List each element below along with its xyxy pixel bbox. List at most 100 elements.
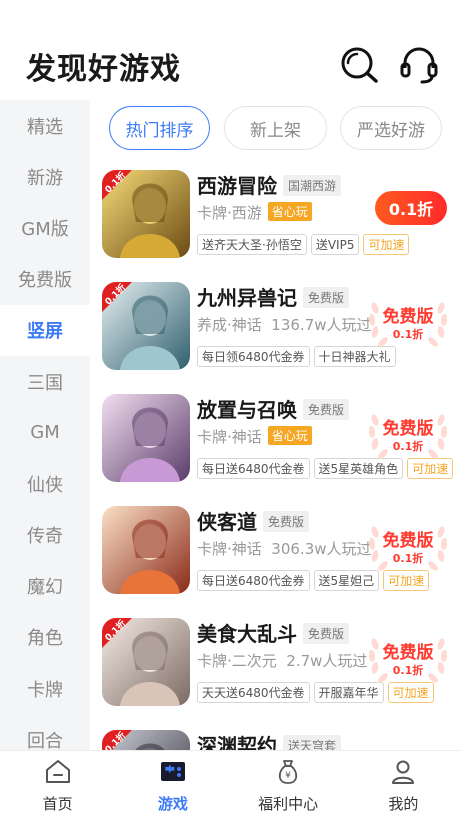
game-item[interactable]: 0.1折 九州异兽记 免费版 养成·神话 136.7w人玩过 每日领6480代金券 十日神… — [90, 272, 461, 384]
game-meta: 卡牌·二次元 2.7w人玩过 — [197, 652, 368, 670]
free-version-badge[interactable]: 免费版 0.1折 — [365, 294, 451, 350]
free-discount-label: 0.1折 — [392, 440, 424, 453]
game-meta-row: 卡牌·神话 306.3w人玩过 — [197, 538, 372, 559]
benefit-tag: 每日送6480代金卷 — [197, 458, 310, 479]
benefit-tag: 送VIP5 — [310, 234, 360, 255]
free-version-label: 免费版 — [382, 643, 434, 663]
nav-welfare-label: 福利中心 — [258, 795, 319, 813]
game-name: 西游冒险 — [197, 174, 277, 198]
free-version-label: 免费版 — [382, 419, 434, 439]
search-icon[interactable] — [338, 44, 380, 86]
benefit-tags: 送齐天大圣·孙悟空 送VIP5 可加速 — [197, 234, 413, 255]
game-name: 九州异兽记 — [197, 286, 297, 310]
sidebar-item[interactable]: 传奇 — [0, 510, 90, 561]
sidebar-item[interactable]: GM — [0, 407, 90, 458]
home-icon — [45, 760, 70, 783]
game-thumbnail[interactable]: 0.1折 — [102, 170, 190, 258]
free-version-label: 免费版 — [382, 531, 434, 551]
sidebar-item[interactable]: 回合 — [0, 714, 90, 750]
benefit-tag: 送齐天大圣·孙悟空 — [197, 234, 307, 255]
game-meta: 养成·神话 136.7w人玩过 — [197, 316, 372, 334]
game-meta-row: 卡牌·二次元 2.7w人玩过 — [197, 650, 367, 671]
sidebar-item[interactable]: 角色 — [0, 612, 90, 663]
free-version-label: 免费版 — [382, 307, 434, 327]
benefit-tag: 天天送6480代金卷 — [197, 682, 310, 703]
tab-new-release[interactable]: 新上架 — [224, 106, 327, 150]
game-name-row: 九州异兽记 免费版 — [197, 282, 350, 311]
game-tag: 免费版 — [303, 287, 350, 308]
speedup-tag: 可加速 — [363, 234, 410, 255]
nav-home[interactable]: 首页 — [0, 751, 115, 819]
game-thumbnail[interactable] — [102, 506, 190, 594]
money-bag-icon: ¥ — [278, 760, 298, 784]
free-version-badge[interactable]: 免费版 0.1折 — [365, 630, 451, 686]
tab-curated[interactable]: 严选好游 — [340, 106, 442, 150]
game-name-row: 深渊契约 送天穹套 — [197, 730, 342, 750]
free-version-badge[interactable]: 免费版 0.1折 — [365, 518, 451, 574]
headset-icon[interactable] — [398, 44, 440, 86]
game-name-row: 放置与召唤 免费版 — [197, 394, 350, 423]
sort-tabs: 热门排序 新上架 严选好游 — [108, 106, 461, 152]
game-tag: 免费版 — [263, 511, 310, 532]
sidebar-item[interactable]: 三国 — [0, 356, 90, 407]
game-name-row: 西游冒险 国潮西游 — [197, 170, 342, 199]
sidebar-item[interactable]: 免费版 — [0, 254, 90, 305]
game-thumbnail[interactable]: 0.1折 — [102, 730, 190, 750]
game-name: 深渊契约 — [197, 734, 277, 750]
game-meta: 卡牌·西游 — [197, 204, 262, 222]
game-thumbnail[interactable]: 0.1折 — [102, 282, 190, 370]
game-item[interactable]: 侠客道 免费版 卡牌·神话 306.3w人玩过 每日送6480代金券 送5星妲己 可加速免… — [90, 496, 461, 608]
header: 发现好游戏 — [0, 0, 461, 100]
game-name-row: 侠客道 免费版 — [197, 506, 310, 535]
sidebar-item[interactable]: 魔幻 — [0, 561, 90, 612]
nav-mine[interactable]: 我的 — [346, 751, 461, 819]
sidebar-item[interactable]: 卡牌 — [0, 663, 90, 714]
game-tag: 送天穹套 — [283, 735, 342, 750]
category-sidebar: 精选 新游 GM版 免费版 竖屏 三国 GM 仙侠 传奇 魔幻 角色 卡牌 回合 — [0, 100, 90, 750]
sidebar-item[interactable]: GM版 — [0, 202, 90, 253]
game-item[interactable]: 0.1折 美食大乱斗 免费版 卡牌·二次元 2.7w人玩过 天天送6480代金卷 开服嘉年… — [90, 608, 461, 720]
svg-text:¥: ¥ — [285, 771, 291, 781]
free-discount-label: 0.1折 — [392, 664, 424, 677]
user-icon — [392, 760, 415, 784]
game-thumbnail[interactable] — [102, 394, 190, 482]
discount-button[interactable]: 0.1折 — [375, 191, 447, 225]
game-tag: 免费版 — [303, 623, 350, 644]
nav-welfare[interactable]: ¥ 福利中心 — [231, 751, 346, 819]
game-name: 美食大乱斗 — [197, 622, 297, 646]
game-meta-row: 卡牌·西游 省心玩 — [197, 202, 312, 223]
game-name: 放置与召唤 — [197, 398, 297, 422]
sidebar-item[interactable]: 竖屏 — [0, 304, 90, 356]
gamepad-icon — [160, 762, 185, 781]
game-item[interactable]: 0.1折 西游冒险 国潮西游 卡牌·西游 省心玩 送齐天大圣·孙悟空 送VIP5 可加速 0.1… — [90, 160, 461, 272]
game-tag: 国潮西游 — [283, 175, 342, 196]
free-discount-label: 0.1折 — [392, 552, 424, 565]
free-discount-label: 0.1折 — [392, 328, 424, 341]
game-meta-row: 养成·神话 136.7w人玩过 — [197, 314, 372, 335]
nav-games-label: 游戏 — [157, 795, 188, 813]
benefit-tag: 每日领6480代金券 — [197, 346, 310, 367]
page-title: 发现好游戏 — [26, 52, 181, 87]
sidebar-item[interactable]: 新游 — [0, 151, 90, 202]
nav-home-label: 首页 — [42, 795, 73, 813]
nav-games[interactable]: 游戏 — [115, 751, 230, 819]
tab-hot-sort[interactable]: 热门排序 — [109, 106, 210, 150]
easy-play-badge: 省心玩 — [267, 426, 312, 445]
game-list: 0.1折 西游冒险 国潮西游 卡牌·西游 省心玩 送齐天大圣·孙悟空 送VIP5 可加速 0.1… — [90, 160, 461, 750]
game-item[interactable]: 放置与召唤 免费版 卡牌·神话 省心玩 每日送6480代金卷 送5星英雄角色 可加速 免费版 0… — [90, 384, 461, 496]
game-meta-row: 卡牌·神话 省心玩 — [197, 426, 312, 447]
game-thumbnail[interactable]: 0.1折 — [102, 618, 190, 706]
sidebar-item[interactable]: 仙侠 — [0, 458, 90, 509]
game-item[interactable]: 0.1折 深渊契约 送天穹套 — [90, 720, 461, 750]
game-meta: 卡牌·神话 — [197, 428, 262, 446]
game-name-row: 美食大乱斗 免费版 — [197, 618, 350, 647]
sidebar-item[interactable]: 精选 — [0, 100, 90, 151]
nav-mine-label: 我的 — [388, 795, 419, 813]
easy-play-badge: 省心玩 — [267, 202, 312, 221]
game-name: 侠客道 — [197, 510, 257, 534]
game-meta: 卡牌·神话 306.3w人玩过 — [197, 540, 372, 558]
benefit-tag: 每日送6480代金券 — [197, 570, 310, 591]
game-tag: 免费版 — [303, 399, 350, 420]
free-version-badge[interactable]: 免费版 0.1折 — [365, 406, 451, 462]
bottom-nav: 首页 游戏 ¥ 福利中心 我的 — [0, 750, 461, 819]
